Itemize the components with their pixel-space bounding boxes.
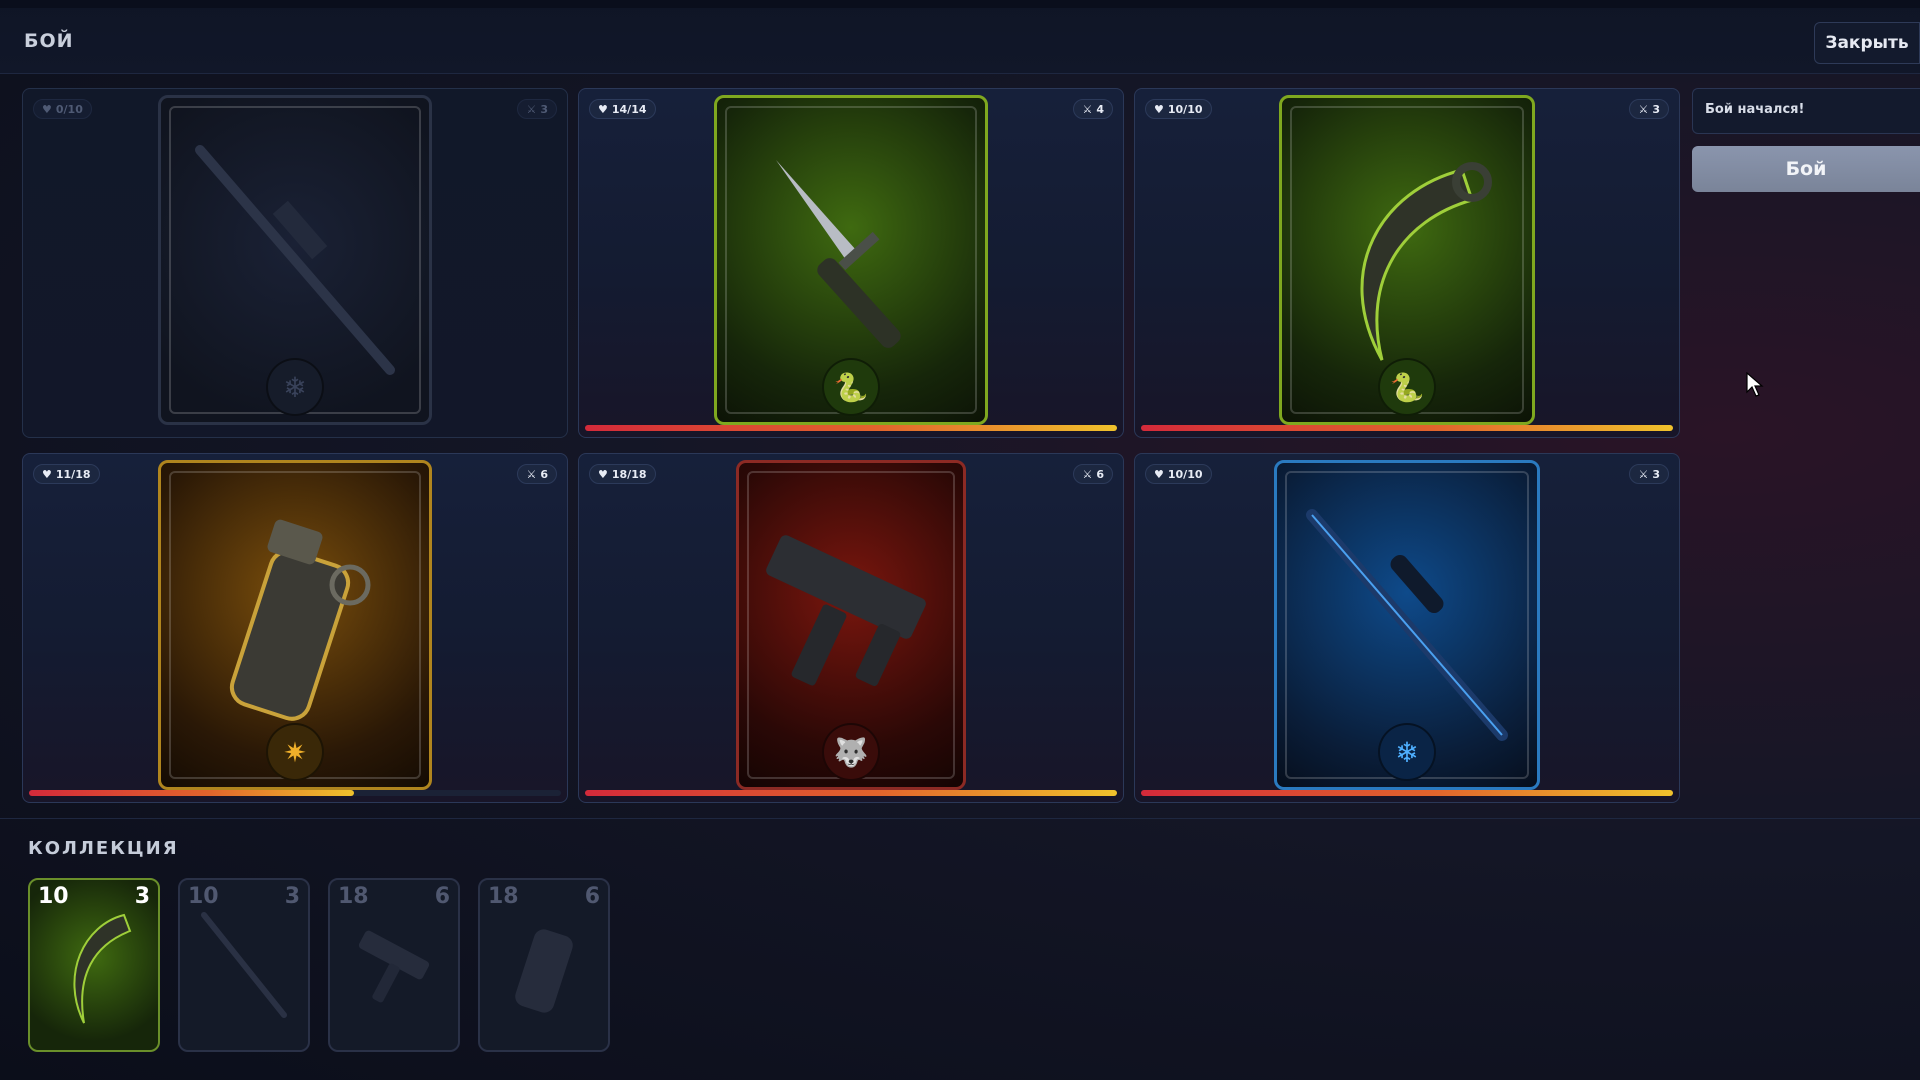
card-frame: 🐍 <box>714 95 988 425</box>
snake-icon: 🐍 <box>822 358 880 416</box>
hp-badge: ♥ 11/18 <box>33 464 100 484</box>
snake-icon: 🐍 <box>1378 358 1436 416</box>
heart-icon: ♥ <box>42 467 52 481</box>
card-frame: ❄ <box>1274 460 1540 790</box>
card-frame: 🐍 <box>1279 95 1535 425</box>
hp-badge: ♥ 10/10 <box>1145 99 1212 119</box>
hp-badge: ♥ 10/10 <box>1145 464 1212 484</box>
fight-button[interactable]: Бой <box>1692 146 1920 192</box>
close-button[interactable]: Закрыть <box>1814 22 1920 64</box>
swords-icon: ⚔ <box>526 467 537 481</box>
hp-bar <box>1141 425 1673 431</box>
smg-icon <box>766 535 926 686</box>
swords-icon: ⚔ <box>1082 467 1093 481</box>
heart-icon: ♥ <box>598 467 608 481</box>
battle-card[interactable]: ♥ 0/10 ⚔ 3 ❄ <box>22 88 568 438</box>
hp-bar <box>585 790 1117 796</box>
mouse-cursor-icon <box>1746 372 1764 397</box>
hp-bar-fill <box>1141 425 1673 431</box>
hp-bar-fill <box>585 425 1117 431</box>
battle-log: Бой начался! <box>1692 88 1920 134</box>
collection-card[interactable]: 10 3 <box>178 878 310 1052</box>
hp-bar-fill <box>585 790 1117 796</box>
page-title: БОЙ <box>24 30 74 52</box>
hp-bar <box>1141 790 1673 796</box>
karambit-icon <box>1360 162 1492 361</box>
swords-icon: ⚔ <box>1082 102 1093 116</box>
hp-bar-fill <box>29 790 354 796</box>
hp-bar <box>29 790 561 796</box>
karambit-icon <box>73 913 132 1024</box>
card-frame: ❄ <box>158 95 432 425</box>
heart-icon: ♥ <box>1154 102 1164 116</box>
attack-badge: ⚔ 6 <box>1073 464 1113 484</box>
collection-title: КОЛЛЕКЦИЯ <box>28 838 179 859</box>
swords-icon: ⚔ <box>526 102 537 116</box>
attack-badge: ⚔ 4 <box>1073 99 1113 119</box>
collection-card[interactable]: 10 3 <box>28 878 160 1052</box>
hp-badge: ♥ 14/14 <box>589 99 656 119</box>
wolf-icon: 🐺 <box>822 723 880 781</box>
card-frame: ✷ <box>158 460 432 790</box>
swords-icon: ⚔ <box>1638 102 1649 116</box>
top-strip <box>0 0 1920 8</box>
grenade-icon <box>515 929 573 1013</box>
battle-card[interactable]: ♥ 10/10 ⚔ 3 ❄ <box>1134 453 1680 803</box>
battle-card[interactable]: ♥ 10/10 ⚔ 3 🐍 <box>1134 88 1680 438</box>
snowflake-icon: ❄ <box>1378 723 1436 781</box>
sniper-rifle-icon <box>201 912 287 1018</box>
heart-icon: ♥ <box>42 102 52 116</box>
heart-icon: ♥ <box>1154 467 1164 481</box>
snowflake-icon: ❄ <box>266 358 324 416</box>
battle-card[interactable]: ♥ 14/14 ⚔ 4 🐍 <box>578 88 1124 438</box>
hp-badge: ♥ 0/10 <box>33 99 92 119</box>
sniper-rifle-icon <box>1306 509 1508 741</box>
heart-icon: ♥ <box>598 102 608 116</box>
hp-bar-fill <box>1141 790 1673 796</box>
swords-icon: ⚔ <box>1638 467 1649 481</box>
grenade-icon <box>229 519 371 721</box>
attack-badge: ⚔ 3 <box>517 99 557 119</box>
attack-badge: ⚔ 6 <box>517 464 557 484</box>
sniper-rifle-icon <box>195 145 395 375</box>
hp-badge: ♥ 18/18 <box>589 464 656 484</box>
smg-icon <box>358 930 430 1003</box>
sun-icon: ✷ <box>266 723 324 781</box>
top-bar: БОЙ Закрыть <box>0 0 1920 74</box>
attack-badge: ⚔ 3 <box>1629 464 1669 484</box>
collection-card[interactable]: 18 6 <box>478 878 610 1052</box>
hp-bar <box>585 425 1117 431</box>
battle-card[interactable]: ♥ 11/18 ⚔ 6 ✷ <box>22 453 568 803</box>
collection-card[interactable]: 18 6 <box>328 878 460 1052</box>
combat-knife-icon <box>776 160 901 348</box>
attack-badge: ⚔ 3 <box>1629 99 1669 119</box>
card-frame: 🐺 <box>736 460 966 790</box>
battle-card[interactable]: ♥ 18/18 ⚔ 6 🐺 <box>578 453 1124 803</box>
section-divider <box>0 818 1920 819</box>
